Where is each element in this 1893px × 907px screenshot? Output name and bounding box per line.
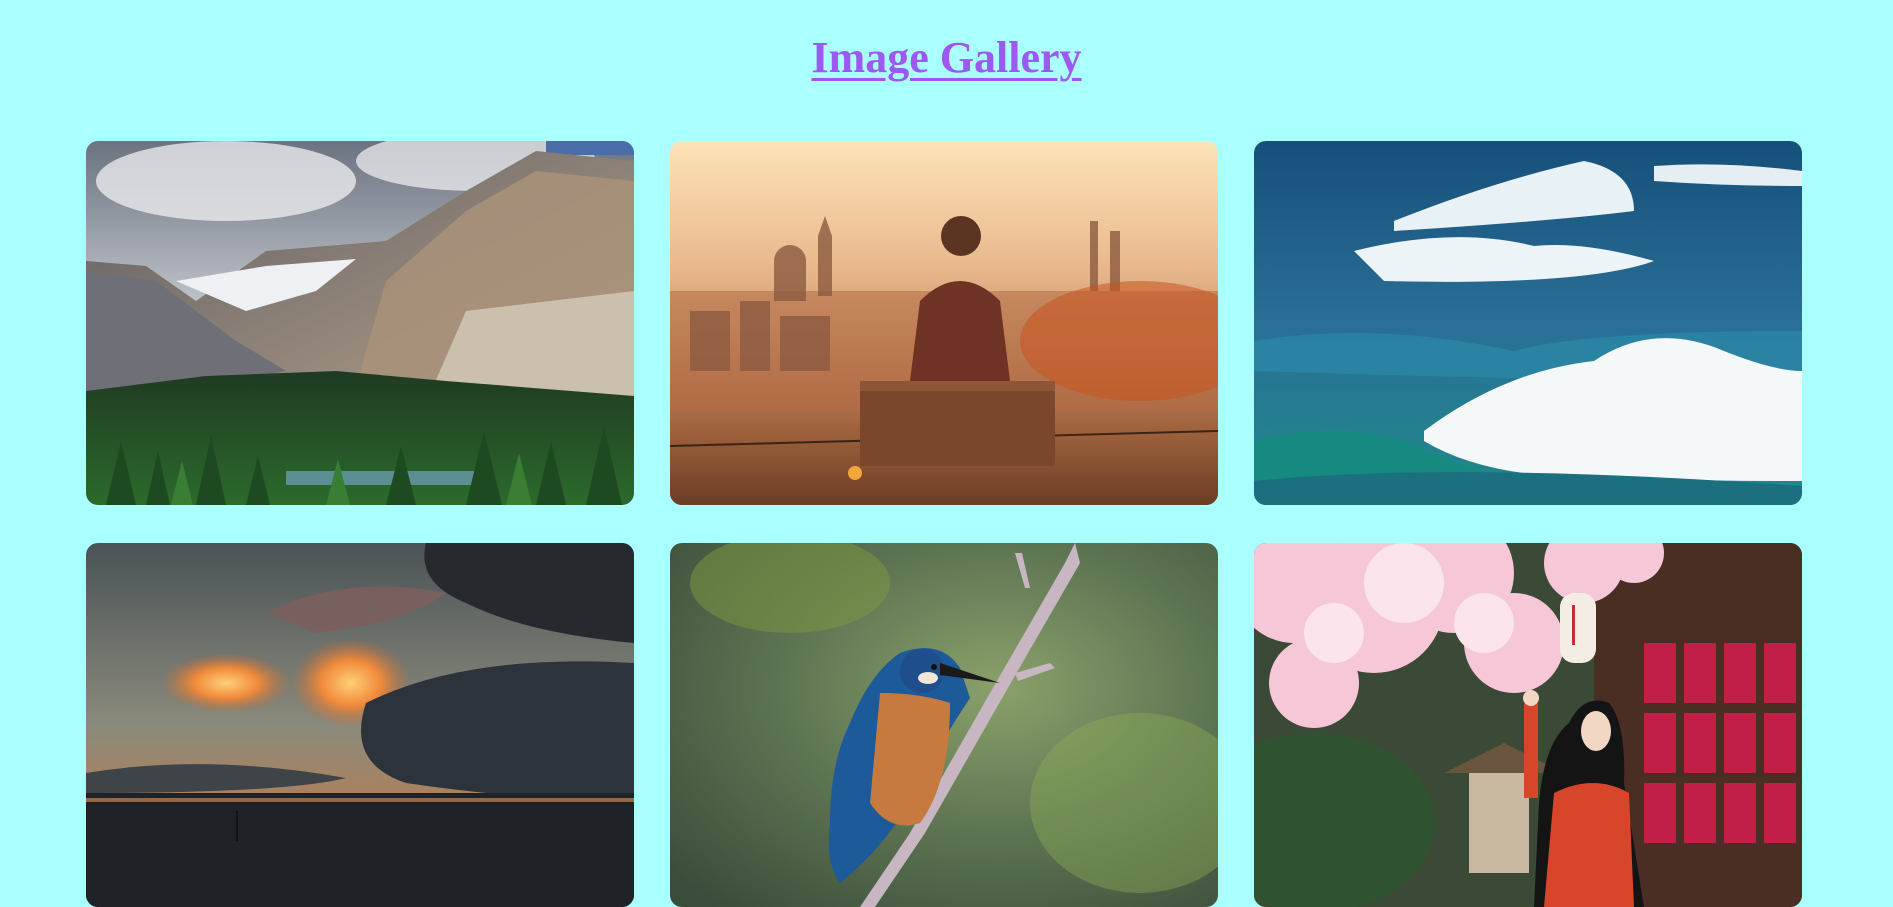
image-gallery: [86, 141, 1802, 907]
cherry-blossoms-image: [1254, 543, 1802, 907]
gallery-image-stormy-sky[interactable]: [86, 543, 634, 907]
mountain-lake-image: [86, 141, 634, 505]
kingfisher-image: [670, 543, 1218, 907]
gallery-image-mountain-lake[interactable]: [86, 141, 634, 505]
city-overlook-image: [670, 141, 1218, 505]
page-title[interactable]: Image Gallery: [0, 32, 1893, 83]
gallery-image-cherry-blossoms[interactable]: [1254, 543, 1802, 907]
gallery-image-kingfisher[interactable]: [670, 543, 1218, 907]
gallery-image-city-overlook[interactable]: [670, 141, 1218, 505]
ocean-waves-image: [1254, 141, 1802, 505]
stormy-sky-image: [86, 543, 634, 907]
gallery-image-ocean-waves[interactable]: [1254, 141, 1802, 505]
